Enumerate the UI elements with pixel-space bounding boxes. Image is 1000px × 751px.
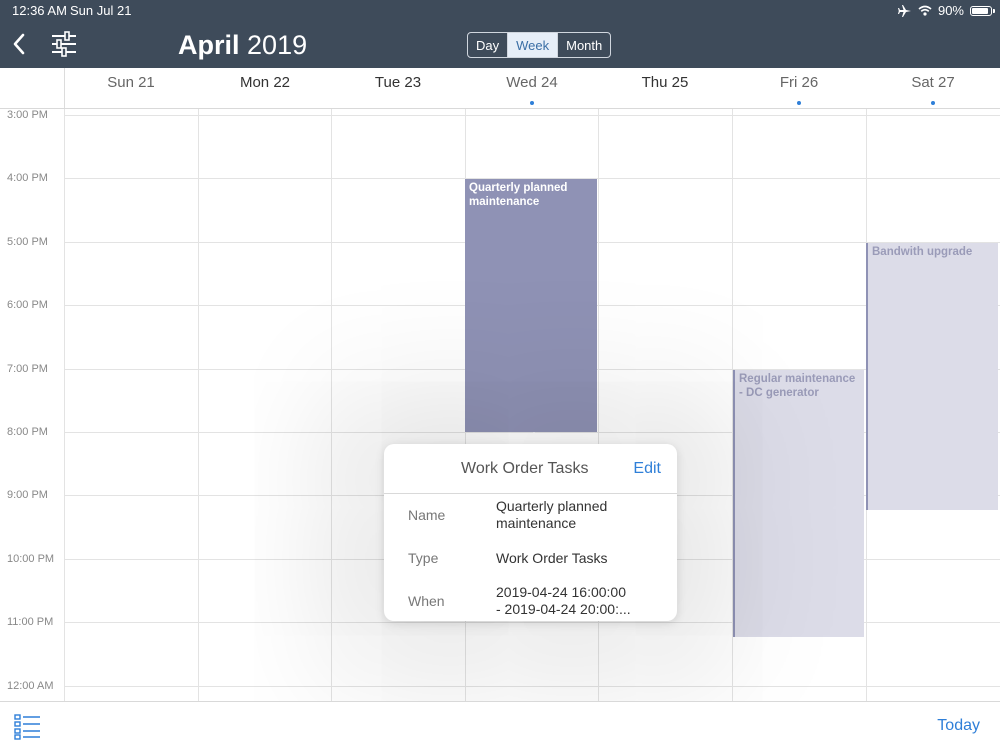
event-popover: Work Order Tasks Edit Name Quarterly pla… <box>384 444 677 621</box>
time-label: 4:00 PM <box>7 172 48 184</box>
day-header-sun[interactable]: Sun 21 <box>64 74 198 91</box>
back-button[interactable] <box>8 28 34 60</box>
day-header-mon[interactable]: Mon 22 <box>198 74 332 91</box>
day-header-tue[interactable]: Tue 23 <box>331 74 465 91</box>
name-label: Name <box>408 507 446 523</box>
event-dot-fri <box>797 101 801 105</box>
when-value-start: 2019-04-24 16:00:00 <box>496 584 626 600</box>
day-header-sat[interactable]: Sat 27 <box>866 74 1000 91</box>
time-label: 5:00 PM <box>7 236 48 248</box>
status-indicators: 90% <box>897 3 995 18</box>
time-label: 11:00 PM <box>7 616 54 628</box>
name-value: Quarterly planned maintenance <box>496 498 608 531</box>
hour-line <box>64 115 1000 116</box>
popover-header: Work Order Tasks Edit <box>384 444 677 494</box>
time-label: 8:00 PM <box>7 426 48 438</box>
when-value-end: - 2019-04-24 20:00:... <box>496 601 631 617</box>
bottom-toolbar: Today <box>0 701 1000 751</box>
event-title: Bandwith upgrade <box>872 246 973 258</box>
type-value: Work Order Tasks <box>496 550 608 566</box>
time-label: 10:00 PM <box>7 553 55 565</box>
today-button[interactable]: Today <box>937 717 980 735</box>
time-label: 3:00 PM <box>7 109 48 121</box>
when-label: When <box>408 593 445 609</box>
top-bar: 12:36 AM Sun Jul 21 90% April 2019 Day W… <box>0 0 1000 68</box>
list-view-button[interactable] <box>14 714 42 740</box>
view-day-button[interactable]: Day <box>468 33 509 57</box>
battery-icon <box>970 5 995 16</box>
title-month: April <box>178 30 240 60</box>
day-header-wed[interactable]: Wed 24 <box>465 74 599 91</box>
time-label: 12:00 AM <box>7 680 54 692</box>
column-divider <box>198 109 199 701</box>
event-regular-maintenance[interactable]: Regular maintenance - DC generator <box>733 370 864 637</box>
event-dot-sat <box>931 101 935 105</box>
airplane-icon <box>897 4 911 17</box>
hour-line <box>64 686 1000 687</box>
popover-title: Work Order Tasks <box>461 460 589 477</box>
type-label: Type <box>408 550 439 566</box>
view-week-button[interactable]: Week <box>508 33 559 57</box>
event-title: Quarterly planned maintenance <box>469 182 568 208</box>
view-switcher: Day Week Month <box>467 32 612 58</box>
event-dot-wed <box>530 101 534 105</box>
page-title: April 2019 <box>178 30 307 61</box>
wifi-icon <box>918 5 932 16</box>
status-date: Sun Jul 21 <box>70 3 132 18</box>
list-icon <box>14 714 40 740</box>
event-title: Regular maintenance - DC generator <box>739 373 856 399</box>
filter-button[interactable] <box>50 30 78 58</box>
time-label: 9:00 PM <box>7 489 48 501</box>
chevron-left-icon <box>13 33 25 55</box>
battery-percent: 90% <box>937 3 964 18</box>
column-divider <box>331 109 332 701</box>
sliders-icon <box>52 31 76 57</box>
day-header-fri[interactable]: Fri 26 <box>732 74 866 91</box>
edit-button[interactable]: Edit <box>633 460 661 478</box>
status-time: 12:36 AM <box>12 3 67 18</box>
time-label: 6:00 PM <box>7 299 48 311</box>
time-label: 7:00 PM <box>7 363 48 375</box>
event-quarterly-maintenance[interactable]: Quarterly planned maintenance <box>465 179 597 432</box>
view-month-button[interactable]: Month <box>558 33 610 57</box>
column-divider <box>64 109 65 701</box>
day-header-row: Sun 21 Mon 22 Tue 23 Wed 24 Thu 25 Fri 2… <box>0 68 1000 109</box>
title-year: 2019 <box>247 30 308 60</box>
day-header-thu[interactable]: Thu 25 <box>598 74 732 91</box>
event-bandwith-upgrade[interactable]: Bandwith upgrade <box>866 243 998 510</box>
